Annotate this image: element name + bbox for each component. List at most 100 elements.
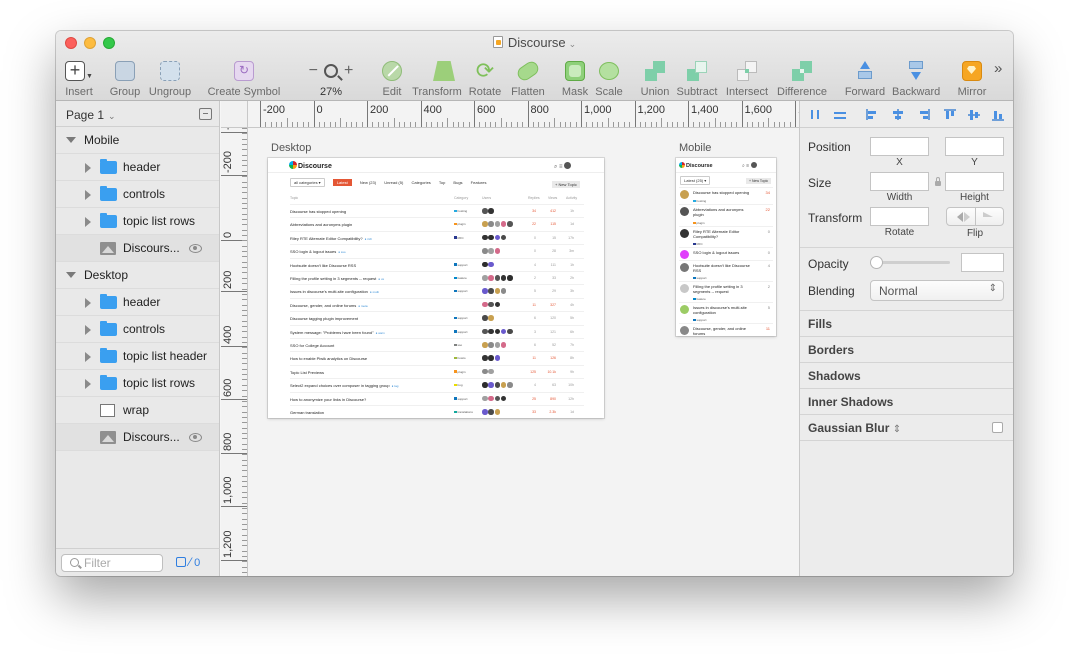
gaussian-blur-checkbox[interactable] xyxy=(992,422,1003,433)
topic-activity: 10h xyxy=(568,383,574,388)
align-top-icon[interactable] xyxy=(944,109,956,120)
topic-row: System message: "Problems have been foun… xyxy=(290,324,584,338)
disclosure-triangle-icon[interactable] xyxy=(66,137,76,143)
distribute-horizontal-icon[interactable] xyxy=(810,109,822,120)
document-title[interactable]: Discourse ⌄ xyxy=(56,35,1013,50)
borders-section[interactable]: Borders xyxy=(808,343,854,357)
flip-horizontal-icon[interactable] xyxy=(957,212,963,222)
opacity-field[interactable] xyxy=(961,253,1004,272)
blending-select[interactable]: Normal ⇕ xyxy=(870,280,1004,301)
mask-button[interactable]: Mask xyxy=(558,58,592,98)
avatar xyxy=(680,284,689,293)
x-field[interactable] xyxy=(870,137,929,156)
avatar xyxy=(494,395,501,402)
y-field[interactable] xyxy=(945,137,1004,156)
opacity-slider[interactable] xyxy=(872,261,950,264)
create-symbol-button[interactable]: ↻ Create Symbol xyxy=(206,58,282,98)
zoom-out-icon[interactable]: − xyxy=(309,62,318,80)
export-filter-icons[interactable]: ⁄ 0 xyxy=(176,555,200,569)
align-center-horizontal-icon[interactable] xyxy=(892,109,904,120)
align-bottom-icon[interactable] xyxy=(992,109,1004,121)
mobile-artboard-label[interactable]: Mobile xyxy=(679,142,711,154)
visibility-eye-icon[interactable] xyxy=(189,244,202,253)
width-field[interactable] xyxy=(870,172,929,191)
backward-button[interactable]: Backward xyxy=(892,58,940,98)
toolbar-overflow-button[interactable]: » xyxy=(994,60,1002,77)
forward-button[interactable]: Forward xyxy=(844,58,886,98)
ruler-minor-tick xyxy=(242,454,247,456)
intersect-button[interactable]: Intersect xyxy=(722,58,772,98)
layer-mobile-image[interactable]: Discours... xyxy=(56,235,219,262)
shadows-section[interactable]: Shadows xyxy=(808,369,861,383)
height-field[interactable] xyxy=(945,172,1004,191)
transform-button[interactable]: Transform xyxy=(410,58,464,98)
rotate-button[interactable]: ⟳ Rotate xyxy=(468,58,502,99)
layer-filter-input[interactable]: Filter xyxy=(61,554,163,572)
fills-section[interactable]: Fills xyxy=(808,317,832,331)
zoom-control[interactable]: − + 27% xyxy=(300,58,362,98)
insert-button[interactable]: + ▼ Insert xyxy=(62,58,96,98)
difference-button[interactable]: Difference xyxy=(776,58,828,98)
union-button[interactable]: Union xyxy=(638,58,672,98)
avatar xyxy=(500,395,507,402)
layer-desktop-header[interactable]: header xyxy=(56,289,219,316)
vertical-ruler[interactable]: -4 -200 0 200 400 600 800 1,000 1,200 xyxy=(221,128,248,576)
ungroup-button[interactable]: Ungroup xyxy=(148,58,192,98)
disclosure-triangle-icon[interactable] xyxy=(85,379,91,389)
disclosure-triangle-icon[interactable] xyxy=(85,190,91,200)
toggle-pages-icon[interactable] xyxy=(199,108,212,120)
layer-desktop-image[interactable]: Discours... xyxy=(56,424,219,451)
disclosure-triangle-icon[interactable] xyxy=(85,298,91,308)
select-arrows-icon[interactable]: ⇕ xyxy=(893,424,901,435)
ruler-minor-tick xyxy=(377,122,379,127)
mirror-button[interactable]: Mirror xyxy=(954,58,990,98)
subtract-button[interactable]: Subtract xyxy=(674,58,720,98)
edit-button[interactable]: Edit xyxy=(378,58,406,98)
ruler-minor-tick xyxy=(677,122,679,127)
layer-mobile-topic-list-rows[interactable]: topic list rows xyxy=(56,208,219,235)
slice-filter-icon[interactable]: ⁄ xyxy=(189,555,191,569)
layer-desktop-topic-list-header[interactable]: topic list header xyxy=(56,343,219,370)
disclosure-triangle-icon[interactable] xyxy=(85,352,91,362)
disclosure-triangle-icon[interactable] xyxy=(85,217,91,227)
mobile-topic-category: feature xyxy=(693,297,706,301)
desktop-artboard[interactable]: Discourse ⌕ ≡ all categories ▾ Latest Ne… xyxy=(268,158,604,418)
flip-vertical-icon[interactable] xyxy=(983,212,993,217)
align-middle-icon[interactable] xyxy=(968,109,980,120)
layer-group-mobile[interactable]: Mobile xyxy=(56,127,219,154)
avatar xyxy=(482,382,488,388)
group-button[interactable]: Group xyxy=(108,58,142,98)
align-right-icon[interactable] xyxy=(918,109,930,120)
mobile-artboard[interactable]: Discourse ⌕ ≡ Latest (25) ▾ + New Topic … xyxy=(676,158,776,336)
gaussian-blur-section[interactable]: Gaussian Blur ⇕ xyxy=(808,421,901,435)
opacity-slider-knob[interactable] xyxy=(870,256,883,269)
layer-mobile-controls[interactable]: controls xyxy=(56,181,219,208)
layer-mobile-header[interactable]: header xyxy=(56,154,219,181)
layer-desktop-topic-list-rows[interactable]: topic list rows xyxy=(56,370,219,397)
distribute-vertical-icon[interactable] xyxy=(834,109,846,120)
align-left-icon[interactable] xyxy=(866,109,878,120)
layer-desktop-controls[interactable]: controls xyxy=(56,316,219,343)
page-selector[interactable]: Page 1 ⌄ xyxy=(56,101,219,127)
inner-shadows-section[interactable]: Inner Shadows xyxy=(808,395,893,409)
disclosure-triangle-icon[interactable] xyxy=(85,325,91,335)
canvas[interactable]: Desktop Discourse ⌕ ≡ all categories ▾ L… xyxy=(248,128,799,576)
disclosure-triangle-icon[interactable] xyxy=(85,163,91,173)
layer-desktop-wrap[interactable]: wrap xyxy=(56,397,219,424)
visibility-eye-icon[interactable] xyxy=(189,433,202,442)
layer-group-desktop[interactable]: Desktop xyxy=(56,262,219,289)
discourse-header: Discourse ⌕ ≡ xyxy=(268,158,604,173)
rotate-field[interactable] xyxy=(870,207,929,226)
disclosure-triangle-icon[interactable] xyxy=(66,272,76,278)
nav-features: Features xyxy=(470,180,487,185)
flip-buttons[interactable] xyxy=(946,207,1004,226)
flatten-button[interactable]: Flatten xyxy=(508,58,548,98)
desktop-artboard-label[interactable]: Desktop xyxy=(271,142,311,154)
scale-button[interactable]: Scale xyxy=(592,58,626,98)
artboard-filter-icon[interactable] xyxy=(176,557,186,567)
ruler-minor-tick xyxy=(655,122,657,127)
horizontal-ruler[interactable]: -20002004006008001,0001,2001,4001,6001 xyxy=(248,101,799,128)
zoom-in-icon[interactable]: + xyxy=(344,62,353,80)
mobile-filter: Latest (25) ▾ xyxy=(680,176,711,185)
lock-icon[interactable] xyxy=(935,177,941,186)
